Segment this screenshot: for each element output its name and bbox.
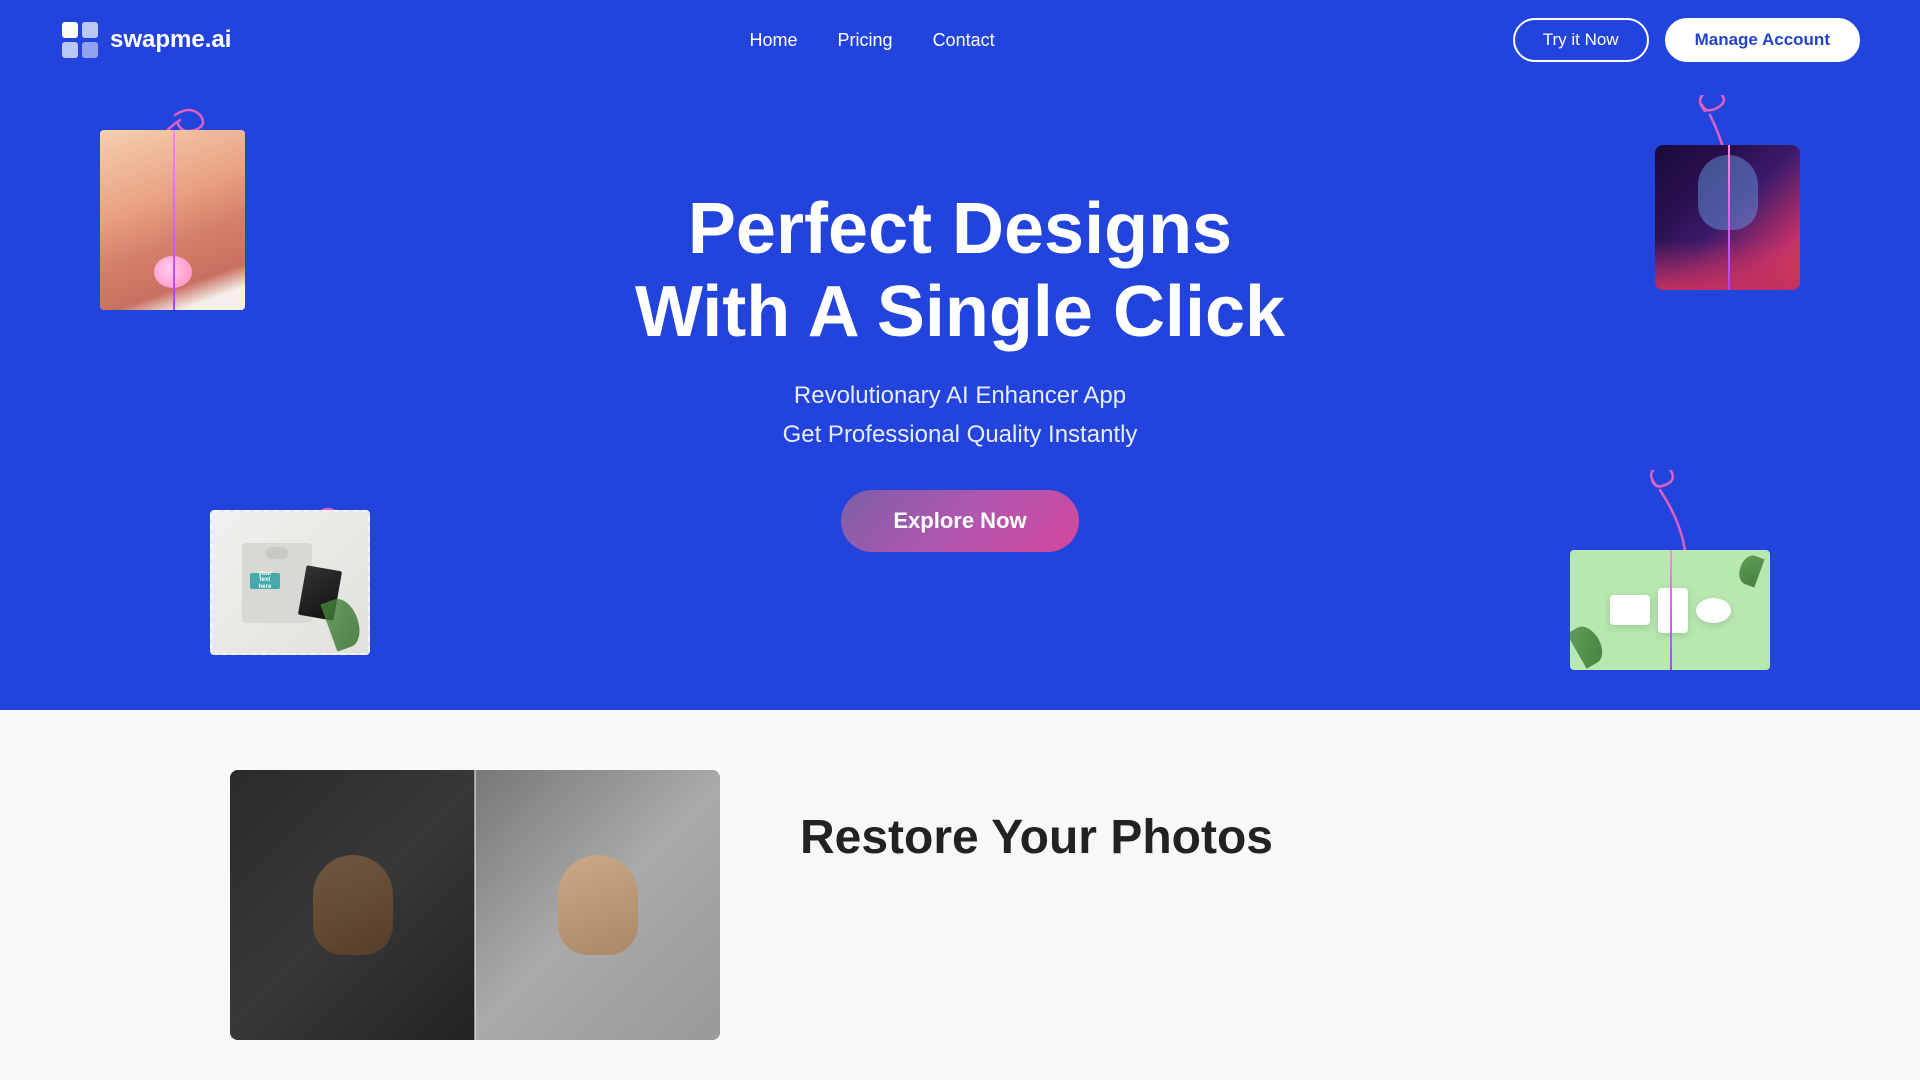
hero-subtitle-line1: Revolutionary AI Enhancer App: [794, 382, 1126, 409]
logo[interactable]: swapme.ai: [60, 20, 231, 60]
photo-after: [475, 770, 720, 1040]
brand-name: swapme.ai: [110, 26, 231, 54]
nav-home[interactable]: Home: [750, 30, 798, 50]
photo-before: [230, 770, 475, 1040]
image-bottom-left: yourtexthere: [210, 510, 370, 655]
nav-links: Home Pricing Contact: [750, 30, 995, 51]
hero-subtitle: Revolutionary AI Enhancer App Get Profes…: [783, 377, 1138, 454]
hero-title: Perfect Designs With A Single Click: [635, 188, 1285, 354]
nav-buttons: Try it Now Manage Account: [1513, 18, 1860, 62]
logo-icon: [60, 20, 100, 60]
explore-now-button[interactable]: Explore Now: [841, 490, 1078, 552]
try-now-button[interactable]: Try it Now: [1513, 18, 1649, 62]
image-bottom-right: [1570, 550, 1770, 670]
lower-section-title: Restore Your Photos: [800, 810, 1273, 865]
navbar: swapme.ai Home Pricing Contact Try it No…: [0, 0, 1920, 80]
manage-account-button[interactable]: Manage Account: [1665, 18, 1860, 62]
hero-title-line2: With A Single Click: [635, 272, 1285, 352]
nav-pricing[interactable]: Pricing: [838, 30, 893, 50]
restore-photo-comparison: [230, 770, 720, 1040]
photo-divider: [474, 770, 476, 1040]
lower-section: Restore Your Photos: [0, 710, 1920, 1080]
hero-subtitle-line2: Get Professional Quality Instantly: [783, 421, 1138, 448]
image-top-left: [100, 130, 245, 310]
image-top-right: [1655, 145, 1800, 290]
hero-title-line1: Perfect Designs: [688, 189, 1232, 269]
lower-text-block: Restore Your Photos: [800, 770, 1273, 865]
hero-section: Perfect Designs With A Single Click Revo…: [0, 0, 1920, 710]
nav-contact[interactable]: Contact: [933, 30, 995, 50]
